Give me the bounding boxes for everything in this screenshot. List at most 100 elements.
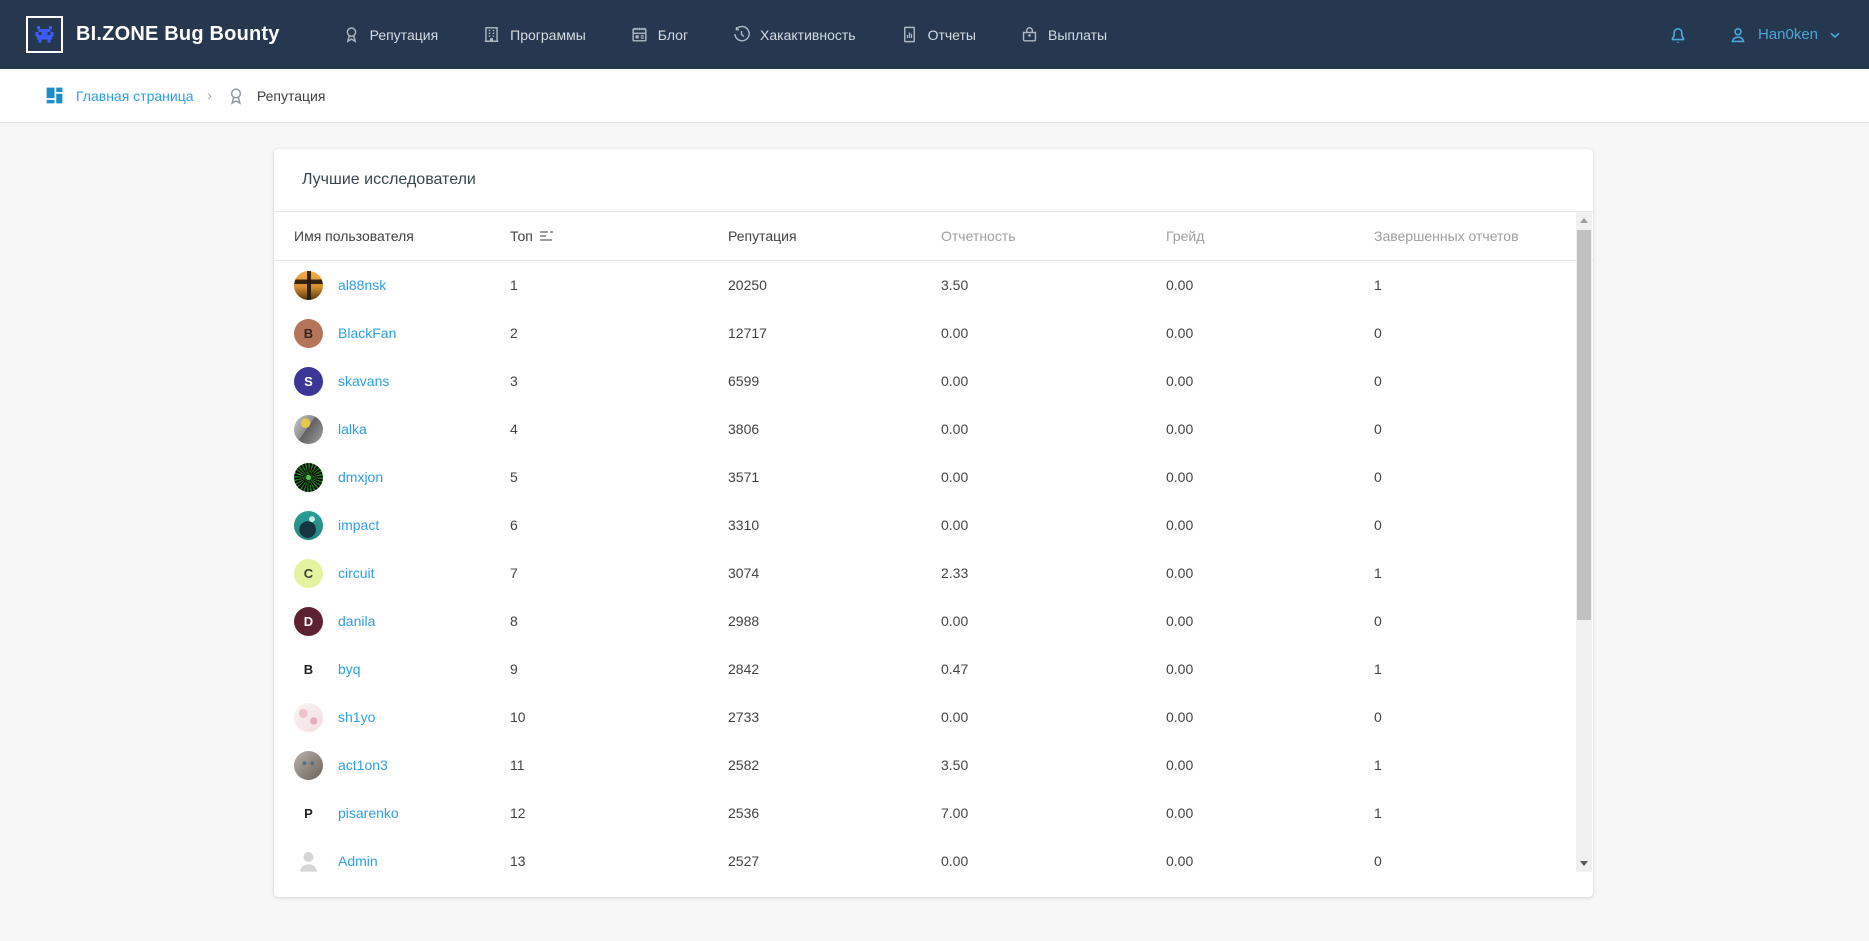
username-link[interactable]: act1on3 — [338, 757, 388, 773]
username-link[interactable]: skavans — [338, 373, 389, 389]
cell-grade: 0.00 — [1166, 469, 1374, 485]
cell-completed: 0 — [1374, 373, 1547, 389]
cell-grade: 0.00 — [1166, 853, 1374, 869]
cell-username: dmxjon — [294, 463, 510, 492]
avatar — [294, 703, 323, 732]
medal-icon — [342, 25, 361, 44]
cell-reporting: 3.50 — [941, 757, 1166, 773]
nav-label: Отчеты — [928, 27, 976, 43]
avatar-letter: C — [304, 567, 313, 580]
username-link[interactable]: impact — [338, 517, 379, 533]
user-menu[interactable]: Han0ken — [1727, 24, 1843, 46]
username-link[interactable]: Admin — [338, 853, 378, 869]
cell-reporting: 0.00 — [941, 613, 1166, 629]
avatar — [294, 463, 323, 492]
breadcrumb: Главная страница › Репутация — [0, 69, 1869, 123]
username-link[interactable]: lalka — [338, 421, 367, 437]
cell-grade: 0.00 — [1166, 805, 1374, 821]
card-title: Лучшие исследователи — [302, 171, 476, 189]
nav-item-hackactivity[interactable]: Хакактивность — [732, 25, 856, 44]
nav-item-reputation[interactable]: Репутация — [342, 25, 439, 44]
notifications-bell-icon[interactable] — [1667, 24, 1689, 46]
cell-completed: 1 — [1374, 805, 1547, 821]
cell-reporting: 0.00 — [941, 853, 1166, 869]
cell-grade: 0.00 — [1166, 565, 1374, 581]
avatar: S — [294, 367, 323, 396]
cell-completed: 0 — [1374, 421, 1547, 437]
avatar: B — [294, 655, 323, 684]
cell-reputation: 3806 — [728, 421, 941, 437]
table-row: lalka 4 3806 0.00 0.00 0 — [274, 405, 1593, 453]
user-icon — [1727, 24, 1749, 46]
cell-username: lalka — [294, 415, 510, 444]
table-header-row: Имя пользователя Топ Репутация Отчетност… — [274, 212, 1593, 261]
table-row: B byq 9 2842 0.47 0.00 1 — [274, 645, 1593, 693]
breadcrumb-home-link[interactable]: Главная страница — [76, 88, 194, 104]
username-link[interactable]: danila — [338, 613, 375, 629]
table-row: impact 6 3310 0.00 0.00 0 — [274, 501, 1593, 549]
avatar — [294, 751, 323, 780]
cell-grade: 0.00 — [1166, 709, 1374, 725]
card-header: Лучшие исследователи — [274, 149, 1593, 212]
cell-top: 3 — [510, 373, 728, 389]
cell-username: al88nsk — [294, 271, 510, 300]
breadcrumb-home[interactable]: Главная страница — [44, 85, 194, 106]
cell-completed: 0 — [1374, 709, 1547, 725]
cell-top: 1 — [510, 277, 728, 293]
cell-reporting: 0.00 — [941, 421, 1166, 437]
column-header-top[interactable]: Топ — [510, 228, 728, 244]
nav-item-programs[interactable]: Программы — [482, 25, 586, 44]
bizone-logo[interactable]: BI.ZONE Bug Bounty — [26, 16, 280, 53]
scrollbar-up-arrow[interactable] — [1576, 212, 1592, 229]
history-clock-icon — [732, 25, 751, 44]
nav-label: Блог — [658, 27, 688, 43]
username-link[interactable]: al88nsk — [338, 277, 386, 293]
cell-reporting: 2.33 — [941, 565, 1166, 581]
username-link[interactable]: pisarenko — [338, 805, 399, 821]
sort-icon[interactable] — [540, 230, 555, 242]
avatar: D — [294, 607, 323, 636]
nav-item-blog[interactable]: Блог — [630, 25, 688, 44]
nav-item-payments[interactable]: Выплаты — [1020, 25, 1107, 44]
avatar — [294, 271, 323, 300]
cell-top: 8 — [510, 613, 728, 629]
cell-top: 7 — [510, 565, 728, 581]
cell-reputation: 2536 — [728, 805, 941, 821]
avatar: B — [294, 319, 323, 348]
top-navigation-bar: BI.ZONE Bug Bounty Репутация Программы — [0, 0, 1869, 69]
building-icon — [482, 25, 501, 44]
scrollbar-thumb[interactable] — [1577, 230, 1591, 620]
cell-top: 12 — [510, 805, 728, 821]
blog-icon — [630, 25, 649, 44]
avatar-letter: B — [304, 327, 313, 340]
table-scrollbar[interactable] — [1576, 212, 1592, 872]
cell-reputation: 2842 — [728, 661, 941, 677]
chevron-down-icon — [1827, 27, 1843, 43]
top-researchers-card: Лучшие исследователи Имя пользователя То… — [274, 149, 1593, 897]
scrollbar-down-arrow[interactable] — [1576, 855, 1592, 872]
cell-reputation: 2582 — [728, 757, 941, 773]
cell-completed: 1 — [1374, 661, 1547, 677]
cell-username: Admin — [294, 847, 510, 876]
main-nav: Репутация Программы Блог Хака — [342, 25, 1108, 44]
table-row: Admin 13 2527 0.00 0.00 0 — [274, 837, 1593, 885]
cell-reporting: 0.00 — [941, 469, 1166, 485]
cell-reporting: 0.47 — [941, 661, 1166, 677]
cell-completed: 0 — [1374, 325, 1547, 341]
cell-reputation: 2733 — [728, 709, 941, 725]
username-link[interactable]: BlackFan — [338, 325, 396, 341]
column-header-reputation: Репутация — [728, 228, 941, 244]
nav-label: Репутация — [370, 27, 439, 43]
username-link[interactable]: circuit — [338, 565, 375, 581]
cell-reporting: 0.00 — [941, 373, 1166, 389]
username-link[interactable]: byq — [338, 661, 361, 677]
username-link[interactable]: sh1yo — [338, 709, 375, 725]
cell-grade: 0.00 — [1166, 757, 1374, 773]
cell-reporting: 0.00 — [941, 709, 1166, 725]
cell-reputation: 3310 — [728, 517, 941, 533]
username-link[interactable]: dmxjon — [338, 469, 383, 485]
bizone-bug-icon — [26, 16, 63, 53]
nav-item-reports[interactable]: Отчеты — [900, 25, 976, 44]
table-row: B BlackFan 2 12717 0.00 0.00 0 — [274, 309, 1593, 357]
cell-completed: 0 — [1374, 517, 1547, 533]
